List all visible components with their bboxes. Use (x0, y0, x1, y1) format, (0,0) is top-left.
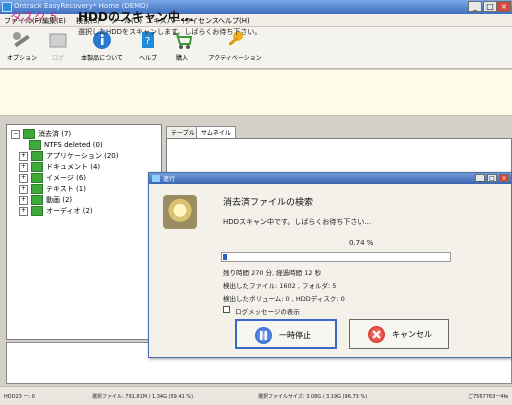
tree-root[interactable]: − 消去済 (7) (11, 129, 71, 139)
dialog-icon (152, 175, 160, 182)
folder-icon (31, 184, 43, 194)
view-tabs: テーブル サムネイル (166, 124, 512, 140)
dialog-close-button[interactable]: × (499, 174, 509, 182)
tree-item[interactable]: + オーディオ (2) (19, 206, 93, 216)
close-button[interactable]: × (497, 1, 511, 12)
files-found: 検出したファイル: 1602 , フォルダ: 5 (223, 282, 337, 290)
dialog-maximize-button[interactable]: □ (487, 174, 497, 182)
dialog-title-bar (149, 173, 511, 184)
menu-help[interactable]: ヘルプ(H) (218, 16, 250, 26)
svg-text:?: ? (145, 36, 150, 47)
expand-icon[interactable]: + (19, 184, 28, 194)
folder-icon (29, 140, 41, 150)
task-title: HDDのスキャン中... (78, 10, 194, 24)
folder-icon (31, 151, 43, 161)
folder-icon (31, 195, 43, 205)
tree-item[interactable]: + ドキュメント (4) (19, 162, 100, 172)
tree-item[interactable]: + テキスト (1) (19, 184, 86, 194)
dialog-minimize-button[interactable]: _ (475, 174, 485, 182)
folder-icon (31, 173, 43, 183)
log-checkbox[interactable] (223, 306, 230, 313)
dialog-title: 進行 (163, 176, 176, 183)
expand-icon[interactable]: + (19, 173, 28, 183)
expand-icon[interactable]: + (19, 162, 28, 172)
progress-bar (221, 252, 451, 262)
tree-item[interactable]: + イメージ (6) (19, 173, 86, 183)
expand-icon[interactable]: + (19, 151, 28, 161)
expand-icon[interactable]: + (19, 195, 28, 205)
progress-fill (223, 254, 227, 260)
hdd-icon (163, 195, 197, 229)
cancel-button[interactable]: キャンセル (349, 319, 449, 349)
tree-item[interactable]: + 動画 (2) (19, 195, 72, 205)
tree-item[interactable]: NTFS deleted (0) (29, 140, 103, 150)
status-selected-files: 選択ファイル: 791.81M / 1.34G (59.41 %) (92, 394, 194, 400)
status-bar: HDD23 ー: 0 選択ファイル: 791.81M / 1.34G (59.4… (0, 386, 512, 405)
status-hdd: HDD23 ー: 0 (4, 394, 35, 400)
pause-icon (255, 327, 272, 344)
cancel-icon (368, 326, 385, 343)
dialog-heading: 消去済ファイルの検索 (223, 198, 314, 208)
expand-icon[interactable]: + (19, 206, 28, 216)
progress-dialog: 進行 _ □ × 消去済ファイルの検索 HDDスキャン中です。しばらくお待ち下さ… (148, 172, 512, 358)
folder-icon (23, 129, 35, 139)
log-icon (47, 30, 69, 50)
maximize-button[interactable]: □ (483, 1, 497, 12)
minimize-button[interactable]: _ (468, 1, 482, 12)
task-banner (0, 70, 512, 116)
status-extra: ご7567763ー4fe (468, 394, 509, 400)
status-selected-size: 選択ファイルサイズ: 3.08G / 3.19G (96.73 %) (258, 394, 368, 400)
volumes-found: 検出したボリューム: 0 , HDDディスク: 0 (223, 295, 345, 303)
dialog-message: HDDスキャン中です。しばらくお待ち下さい... (223, 218, 372, 226)
collapse-icon[interactable]: − (11, 129, 20, 139)
progress-percent: 0.74 % (349, 239, 374, 247)
folder-icon (31, 162, 43, 172)
task-step: タスク 5 (10, 10, 58, 24)
tree-item[interactable]: + アプリケーション (20) (19, 151, 118, 161)
tools-icon (11, 30, 33, 50)
pause-button[interactable]: 一時停止 (235, 319, 337, 349)
log-checkbox-label: ログメッセージの表示 (235, 308, 300, 316)
task-subtitle: 選択したHDDをスキャンします。しばらくお待ち下さい。 (78, 28, 262, 36)
category-tree: − 消去済 (7) NTFS deleted (0) + アプリケーション (20)… (6, 124, 162, 340)
time-remaining: 残り時間 270 分, 経過時間 12 秒 (223, 269, 322, 277)
menu-bar: ファイル(F) 編集(E) 検索(S) ツール(O) エキスパート ライセンス … (0, 14, 512, 27)
log-button[interactable]: ログ (36, 30, 80, 62)
folder-icon (31, 206, 43, 216)
